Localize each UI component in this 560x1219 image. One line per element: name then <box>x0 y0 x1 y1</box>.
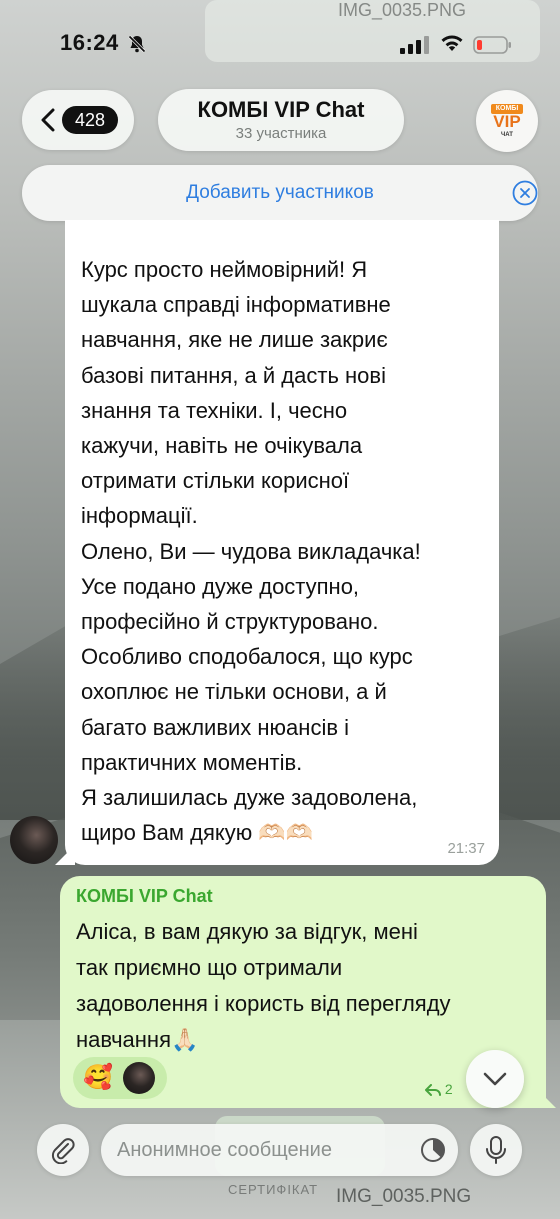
unread-count-badge: 428 <box>62 106 118 134</box>
battery-icon <box>473 36 511 54</box>
chevron-down-icon <box>483 1072 507 1086</box>
status-bar: 16:24 <box>0 0 560 90</box>
reaction-emoji: 🥰 <box>83 1064 113 1091</box>
scroll-down-button[interactable] <box>466 1050 524 1108</box>
message-text: Курс просто неймовірний! Я шукала справд… <box>81 257 421 846</box>
background-file-name-bottom: IMG_0035.PNG <box>336 1186 472 1207</box>
background-cert-label: СЕРТИФІКАТ <box>228 1182 319 1197</box>
avatar-logo: КОМБІ VIP ЧАТ <box>487 104 527 140</box>
sender-avatar[interactable] <box>10 816 58 864</box>
avatar-main-text: VIP <box>493 112 521 131</box>
microphone-icon <box>486 1136 506 1164</box>
status-time: 16:24 <box>60 30 119 55</box>
reaction-pill[interactable]: 🥰 <box>73 1057 167 1099</box>
back-button[interactable]: 428 <box>22 90 134 150</box>
chat-title-pill[interactable]: КОМБІ VIP Chat 33 участника <box>158 89 404 151</box>
wifi-icon <box>441 35 463 51</box>
chat-subtitle: 33 участника <box>235 125 327 142</box>
forward-count: 2 <box>444 1081 453 1097</box>
add-members-label: Добавить участников <box>186 182 374 203</box>
message-sender-name: КОМБІ VIP Chat <box>76 886 213 906</box>
message-time: 21:37 <box>447 840 485 857</box>
paperclip-icon <box>51 1138 75 1164</box>
forward-info: 2 <box>425 1081 453 1097</box>
voice-record-button[interactable] <box>470 1124 522 1176</box>
message-input[interactable] <box>101 1124 458 1176</box>
forward-arrow-icon <box>425 1084 441 1097</box>
reaction-avatar <box>123 1062 155 1094</box>
attach-button[interactable] <box>37 1124 89 1176</box>
bell-slash-icon <box>128 35 146 53</box>
bubble-tail <box>536 1088 556 1108</box>
chevron-left-icon <box>41 108 55 132</box>
chat-title: КОМБІ VIP Chat <box>197 97 365 122</box>
timer-icon[interactable] <box>419 1136 447 1164</box>
close-circle-icon[interactable] <box>512 180 538 206</box>
chat-avatar[interactable]: КОМБІ VIP ЧАТ <box>476 90 538 152</box>
add-members-bar[interactable]: Добавить участников <box>22 165 538 221</box>
signal-icon <box>400 36 429 54</box>
message-text: Аліса, в вам дякую за відгук, мені так п… <box>76 919 451 1052</box>
incoming-message[interactable]: Курс просто неймовірний! Я шукала справд… <box>55 220 499 865</box>
avatar-bottom-text: ЧАТ <box>501 132 513 138</box>
